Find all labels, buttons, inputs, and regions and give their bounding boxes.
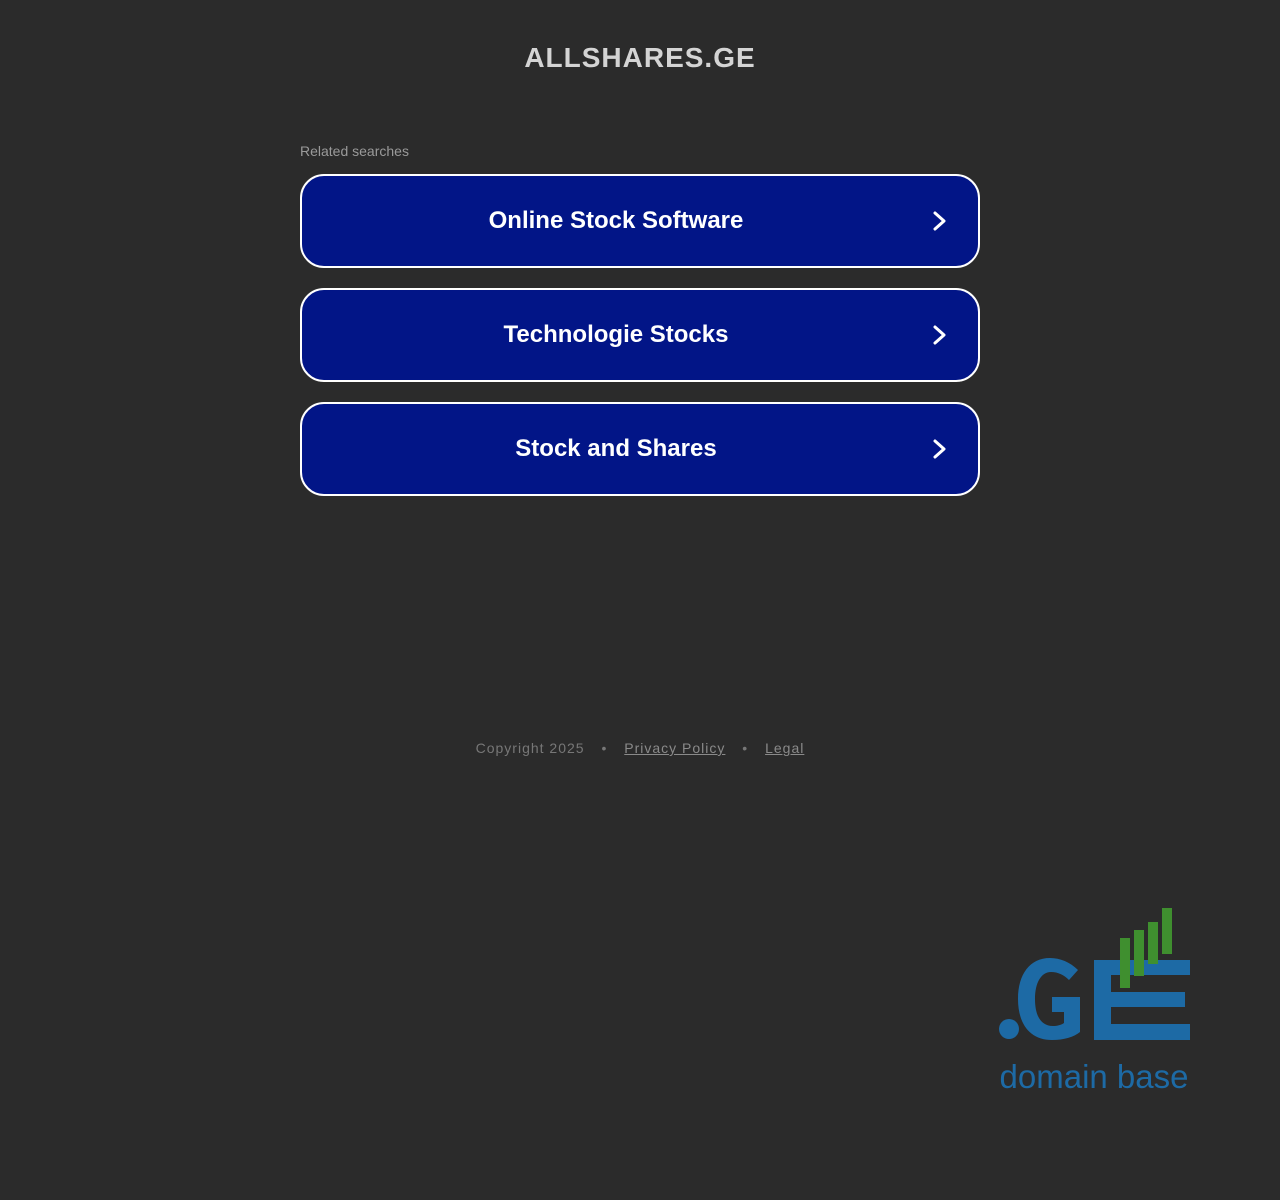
- logo-bar: [1120, 938, 1130, 988]
- legal-link[interactable]: Legal: [765, 740, 804, 756]
- copyright-text: Copyright 2025: [475, 740, 585, 756]
- page: ALLSHARES.GE Related searches Online Sto…: [0, 0, 1280, 1200]
- ge-domain-base-logo: domain base: [999, 908, 1190, 1095]
- privacy-policy-link[interactable]: Privacy Policy: [624, 740, 725, 756]
- logo-tagline: domain base: [1000, 1058, 1189, 1095]
- footer-separator: •: [742, 740, 749, 756]
- logo-dot: [999, 1019, 1019, 1039]
- related-search-label: Technologie Stocks: [503, 321, 729, 348]
- logo-bar: [1134, 930, 1144, 976]
- related-search-label: Stock and Shares: [515, 435, 717, 462]
- related-search-button-technologie-stocks[interactable]: Technologie Stocks: [300, 288, 980, 382]
- logo-letter-g: [1018, 958, 1080, 1040]
- logo-bar: [1148, 922, 1158, 964]
- site-title: ALLSHARES.GE: [524, 42, 756, 73]
- chevron-right-icon: [933, 325, 946, 345]
- related-search-button-stock-and-shares[interactable]: Stock and Shares: [300, 402, 980, 496]
- related-search-button-online-stock-software[interactable]: Online Stock Software: [300, 174, 980, 268]
- footer: Copyright 2025 • Privacy Policy • Legal: [0, 740, 1280, 756]
- related-search-label: Online Stock Software: [488, 207, 744, 234]
- chevron-right-icon: [933, 439, 946, 459]
- related-searches-label: Related searches: [300, 143, 409, 159]
- footer-separator: •: [601, 740, 608, 756]
- chevron-right-icon: [933, 211, 946, 231]
- logo-bar: [1162, 908, 1172, 954]
- related-searches-list: Online Stock Software Technologie Stocks…: [300, 174, 980, 516]
